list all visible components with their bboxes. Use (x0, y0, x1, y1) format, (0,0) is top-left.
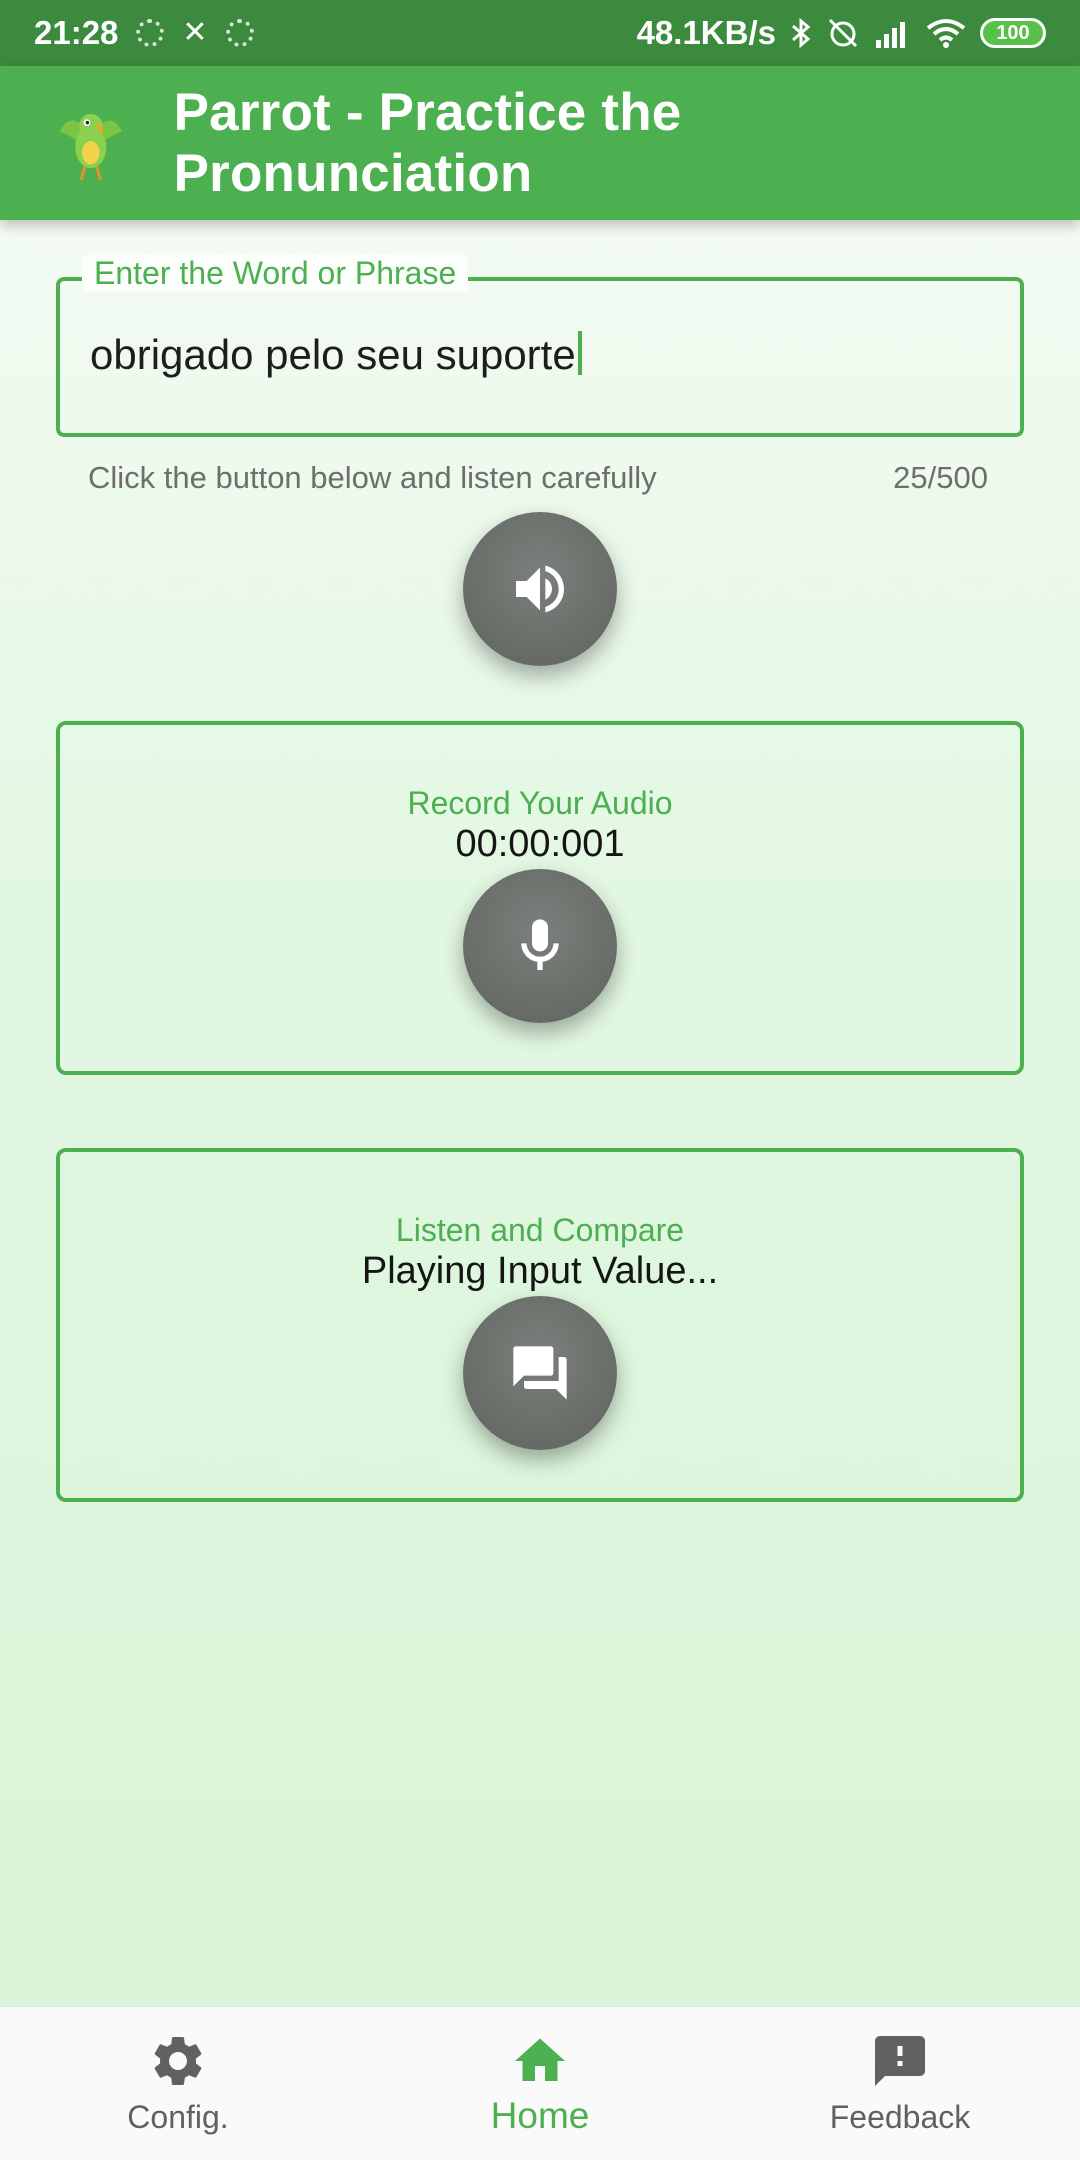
character-counter: 25/500 (893, 460, 988, 495)
compare-card: Listen and Compare Playing Input Value..… (56, 1148, 1024, 1502)
input-helper-text: Click the button below and listen carefu… (88, 460, 657, 495)
record-card-title: Record Your Audio (407, 785, 673, 821)
bluetooth-icon (792, 17, 811, 49)
record-button[interactable] (463, 869, 617, 1023)
nav-item-home[interactable]: Home (390, 2007, 690, 2160)
parrot-logo-icon (59, 113, 122, 181)
compare-card-title: Listen and Compare (395, 1212, 685, 1248)
phrase-input[interactable]: Enter the Word or Phrase obrigado pelo s… (56, 255, 1024, 437)
notification-dot-icon (136, 19, 165, 47)
nav-label-home: Home (490, 2095, 590, 2136)
wifi-icon (926, 19, 966, 48)
listen-button[interactable] (463, 512, 617, 666)
network-speed: 48.1KB/s (636, 14, 776, 51)
alarm-off-icon (828, 18, 858, 48)
record-timer: 00:00:001 (455, 823, 625, 865)
status-time: 21:28 (34, 14, 119, 51)
feedback-icon (875, 2036, 925, 2086)
record-card: Record Your Audio 00:00:001 (56, 721, 1024, 1075)
notification-dot-icon (225, 19, 254, 47)
battery-icon: 100 (980, 18, 1046, 48)
microphone-icon (521, 919, 559, 970)
phrase-input-value[interactable]: obrigado pelo seu suporte (90, 331, 576, 378)
butterfly-icon: ✕ (182, 16, 208, 49)
nav-item-config[interactable]: Config. (28, 2007, 328, 2160)
phrase-input-label: Enter the Word or Phrase (82, 255, 469, 292)
gear-icon (154, 2037, 202, 2085)
signal-icon (876, 22, 905, 48)
app-title: Parrot - Practice the Pronunciation (173, 83, 682, 203)
app-bar: Parrot - Practice the Pronunciation (0, 66, 1080, 220)
phrase-input-value-wrap[interactable]: obrigado pelo seu suporte (90, 331, 582, 379)
bottom-navigation: Config. Home Feedback (0, 2006, 1080, 2160)
speaker-icon (516, 565, 564, 613)
nav-item-feedback[interactable]: Feedback (750, 2007, 1050, 2160)
compare-button[interactable] (463, 1296, 617, 1450)
compare-status: Playing Input Value... (361, 1250, 719, 1292)
nav-label-feedback: Feedback (829, 2099, 971, 2135)
nav-label-config: Config. (127, 2099, 229, 2135)
chat-bubbles-icon (513, 1346, 567, 1400)
text-cursor (577, 331, 582, 375)
home-icon (515, 2038, 565, 2081)
status-bar: 21:28 ✕ 48.1KB/s 100 (0, 0, 1080, 66)
